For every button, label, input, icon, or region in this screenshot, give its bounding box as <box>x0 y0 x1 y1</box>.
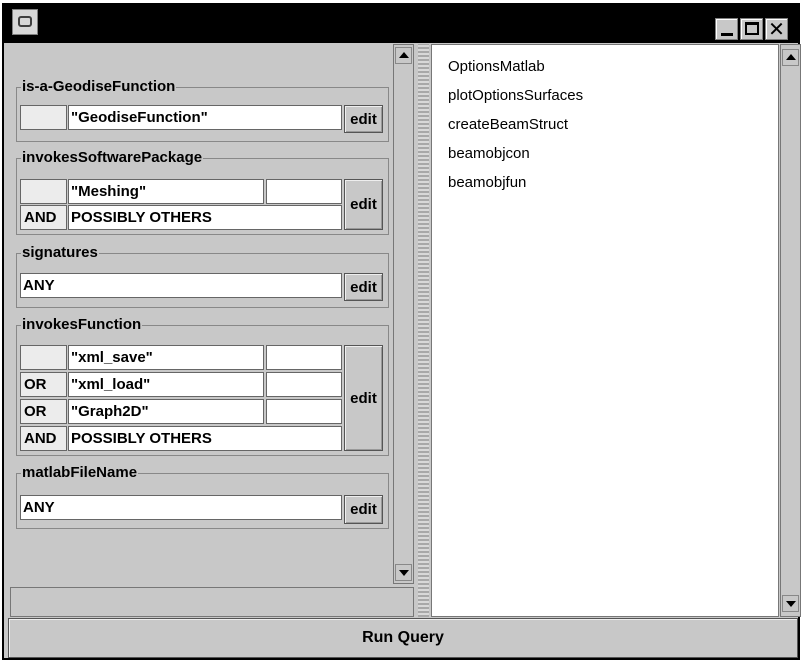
scroll-down-arrow-icon[interactable] <box>782 595 799 612</box>
edit-invokes-function-button[interactable]: edit <box>344 345 383 451</box>
function-extra-field[interactable] <box>266 372 342 397</box>
list-item[interactable]: OptionsMatlab <box>448 57 545 77</box>
group-signatures: signatures ANY edit <box>16 244 389 308</box>
maximize-button[interactable] <box>740 18 763 40</box>
scroll-up-arrow-icon[interactable] <box>395 47 412 64</box>
close-button[interactable]: ✕ <box>765 18 788 40</box>
minimize-icon <box>721 33 733 36</box>
minimize-button[interactable] <box>715 18 738 40</box>
function-extra-field[interactable] <box>266 345 342 370</box>
function-value[interactable]: "Graph2D" <box>68 399 264 424</box>
scroll-up-arrow-icon[interactable] <box>782 49 799 66</box>
operator-field[interactable]: OR <box>20 399 67 424</box>
group-geodise-function: is-a-GeodiseFunction "GeodiseFunction" e… <box>16 78 389 142</box>
operator-field[interactable] <box>20 345 67 370</box>
geodise-function-value[interactable]: "GeodiseFunction" <box>68 105 342 130</box>
group-title-software-package: invokesSoftwarePackage <box>21 149 204 167</box>
left-scrollbar[interactable] <box>393 44 414 584</box>
group-title-matlab-file-name: matlabFileName <box>21 464 139 482</box>
results-list: OptionsMatlab plotOptionsSurfaces create… <box>431 44 779 617</box>
software-package-extra-field[interactable] <box>266 179 342 204</box>
edit-software-package-button[interactable]: edit <box>344 179 383 230</box>
app-icon <box>12 9 38 35</box>
right-scrollbar[interactable] <box>780 44 801 617</box>
group-title-geodise-function: is-a-GeodiseFunction <box>21 78 177 96</box>
close-icon: ✕ <box>768 17 785 41</box>
group-title-invokes-function: invokesFunction <box>21 316 143 334</box>
list-item[interactable]: beamobjfun <box>448 173 526 193</box>
software-package-others[interactable]: POSSIBLY OTHERS <box>68 205 342 230</box>
split-pane-divider[interactable] <box>418 44 429 617</box>
list-item[interactable]: beamobjcon <box>448 144 530 164</box>
function-extra-field[interactable] <box>266 399 342 424</box>
software-package-value[interactable]: "Meshing" <box>68 179 264 204</box>
matlab-file-name-value[interactable]: ANY <box>20 495 342 520</box>
group-title-signatures: signatures <box>21 244 99 262</box>
function-value[interactable]: "xml_save" <box>68 345 264 370</box>
operator-field[interactable]: OR <box>20 372 67 397</box>
operator-field[interactable] <box>20 105 67 130</box>
signatures-value[interactable]: ANY <box>20 273 342 298</box>
query-criteria-panel: is-a-GeodiseFunction "GeodiseFunction" e… <box>9 44 392 612</box>
title-bar: ✕ <box>4 5 798 43</box>
group-software-package: invokesSoftwarePackage "Meshing" AND POS… <box>16 149 389 235</box>
edit-matlab-file-name-button[interactable]: edit <box>344 495 383 524</box>
list-item[interactable]: createBeamStruct <box>448 115 568 135</box>
run-query-button[interactable]: Run Query <box>8 618 798 658</box>
operator-field[interactable]: AND <box>20 426 67 451</box>
status-field <box>10 587 414 617</box>
edit-geodise-function-button[interactable]: edit <box>344 105 383 133</box>
scroll-down-arrow-icon[interactable] <box>395 564 412 581</box>
function-value[interactable]: "xml_load" <box>68 372 264 397</box>
group-matlab-file-name: matlabFileName ANY edit <box>16 464 389 529</box>
maximize-icon <box>745 22 759 35</box>
operator-field[interactable] <box>20 179 67 204</box>
group-invokes-function: invokesFunction "xml_save" OR "xml_load"… <box>16 316 389 456</box>
function-others[interactable]: POSSIBLY OTHERS <box>68 426 342 451</box>
operator-field[interactable]: AND <box>20 205 67 230</box>
edit-signatures-button[interactable]: edit <box>344 273 383 301</box>
list-item[interactable]: plotOptionsSurfaces <box>448 86 583 106</box>
